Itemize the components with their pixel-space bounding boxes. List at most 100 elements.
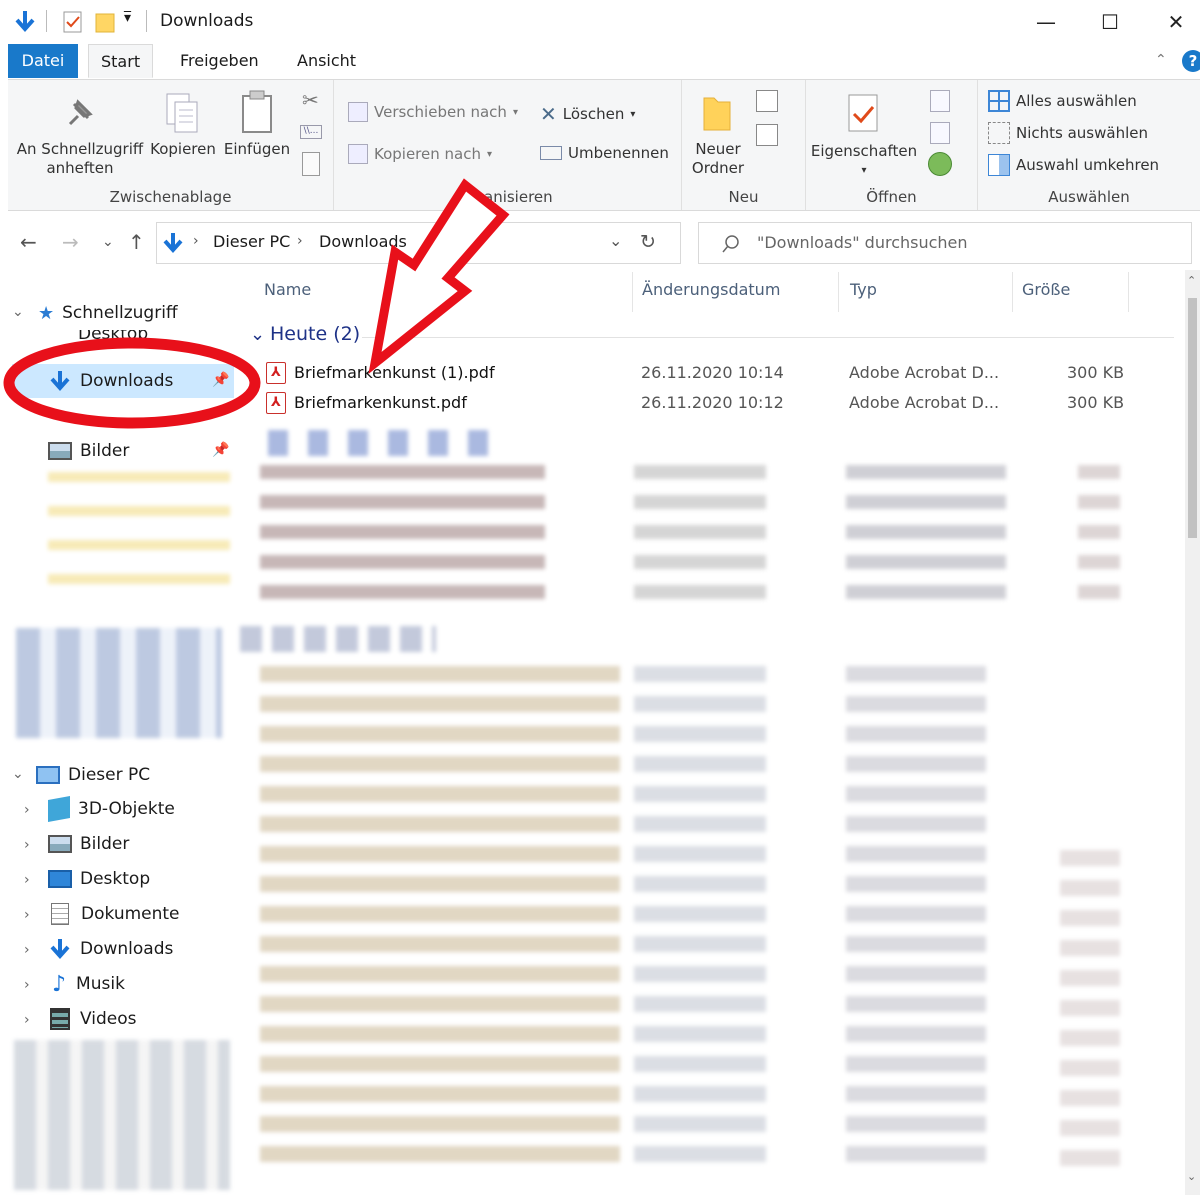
group-header-today[interactable]: Heute (2) — [270, 323, 360, 345]
new-folder-icon[interactable] — [94, 10, 116, 34]
expand-chevron-icon[interactable]: › — [24, 802, 30, 818]
back-arrow-icon[interactable]: ← — [20, 230, 37, 254]
paste-button[interactable]: Einfügen — [220, 140, 294, 159]
nav-pc-downloads[interactable]: Downloads — [48, 932, 173, 966]
tab-share[interactable]: Freigeben — [168, 44, 271, 78]
star-icon: ★ — [38, 302, 55, 324]
downloads-icon — [50, 939, 70, 960]
blurred-file-types — [846, 666, 986, 1176]
column-header-name[interactable]: Name — [264, 280, 311, 299]
window-title: Downloads — [160, 11, 254, 31]
expand-chevron-icon[interactable]: › — [24, 907, 30, 923]
edit-icon[interactable] — [930, 122, 950, 144]
expand-chevron-icon[interactable]: › — [24, 872, 30, 888]
breadcrumb-this-pc[interactable]: Dieser PC — [213, 232, 290, 251]
nav-this-pc[interactable]: Dieser PC — [36, 758, 150, 792]
address-dropdown-icon[interactable]: ⌄ — [609, 231, 622, 250]
pictures-icon — [48, 835, 72, 853]
new-folder-button[interactable]: Neuer Ordner — [682, 140, 754, 178]
nav-label: Bilder — [80, 441, 130, 461]
blurred-file-dates — [634, 465, 766, 610]
select-all-button[interactable]: Alles auswählen — [988, 90, 1137, 112]
recent-locations-icon[interactable]: ⌄ — [102, 234, 114, 250]
nav-pc-videos[interactable]: Videos — [48, 1002, 137, 1036]
scroll-up-icon[interactable]: ⌃ — [1187, 274, 1196, 287]
group-select: Alles auswählen Nichts auswählen Auswahl… — [978, 80, 1200, 210]
toolbar-divider — [46, 10, 47, 32]
expand-chevron-icon[interactable]: ⌄ — [12, 766, 24, 782]
tab-view[interactable]: Ansicht — [285, 44, 368, 78]
scroll-thumb[interactable] — [1188, 298, 1197, 538]
quick-access-down-arrow-icon[interactable] — [12, 9, 38, 35]
nav-pc-music[interactable]: ♪ Musik — [48, 967, 125, 1001]
nav-pc-pictures[interactable]: Bilder — [48, 827, 129, 861]
close-button[interactable]: ✕ — [1148, 6, 1200, 38]
delete-button[interactable]: ✕ Löschen ▾ — [540, 102, 635, 126]
file-row[interactable]: ⅄ Briefmarkenkunst (1).pdf 26.11.2020 10… — [260, 358, 1170, 388]
expand-chevron-icon[interactable]: › — [24, 942, 30, 958]
file-size: 300 KB — [1067, 393, 1125, 412]
expand-chevron-icon[interactable]: › — [24, 837, 30, 853]
column-header-size[interactable]: Größe — [1022, 280, 1070, 299]
expand-chevron-icon[interactable]: ⌄ — [12, 304, 24, 320]
move-to-label: Verschieben nach — [374, 103, 507, 121]
nav-quick-access[interactable]: ★ Schnellzugriff — [38, 296, 178, 330]
nav-label: 3D-Objekte — [78, 799, 175, 819]
copy-button[interactable]: Kopieren — [148, 140, 218, 159]
nav-pc-desktop[interactable]: Desktop — [48, 862, 150, 896]
nav-pc-documents[interactable]: Dokumente — [48, 897, 180, 931]
search-box[interactable]: "Downloads" durchsuchen — [698, 222, 1192, 264]
tab-file[interactable]: Datei — [8, 44, 78, 78]
file-row[interactable]: ⅄ Briefmarkenkunst.pdf 26.11.2020 10:12 … — [260, 388, 1170, 418]
file-name: Briefmarkenkunst (1).pdf — [294, 363, 495, 382]
history-icon[interactable] — [928, 152, 952, 176]
breadcrumb-downloads[interactable]: Downloads — [319, 232, 407, 251]
minimize-button[interactable]: — — [1018, 6, 1074, 38]
properties-button[interactable]: Eigenschaften ▾ — [808, 142, 920, 180]
up-arrow-icon[interactable]: ↑ — [128, 230, 145, 254]
customize-toolbar-icon[interactable]: ▾̅ — [124, 10, 131, 26]
refresh-icon[interactable]: ↻ — [640, 231, 656, 253]
videos-icon — [50, 1008, 70, 1030]
scroll-down-icon[interactable]: ⌄ — [1187, 1170, 1196, 1183]
group-collapse-chevron-icon[interactable]: ⌄ — [250, 324, 265, 345]
column-header-date[interactable]: Änderungsdatum — [642, 280, 780, 299]
select-none-button[interactable]: Nichts auswählen — [988, 122, 1148, 144]
column-divider — [1128, 272, 1129, 312]
forward-arrow-icon[interactable]: → — [62, 230, 79, 254]
navigation-pane: ⌄ ★ Schnellzugriff Desktop Downloads 📌 B… — [0, 270, 240, 1195]
expand-chevron-icon[interactable]: › — [24, 1012, 30, 1028]
open-icon[interactable] — [930, 90, 950, 112]
paste-shortcut-icon[interactable] — [302, 152, 320, 176]
tab-start[interactable]: Start — [88, 44, 154, 78]
group-label-organize: anisieren — [484, 188, 553, 206]
nav-desktop[interactable]: Desktop — [48, 330, 148, 350]
pin-icon: 📌 — [212, 372, 230, 388]
pin-quick-access-button[interactable]: An Schnellzugriff anheften — [12, 140, 148, 178]
invert-selection-button[interactable]: Auswahl umkehren — [988, 154, 1159, 176]
pin-icon — [68, 99, 93, 126]
cut-icon[interactable]: ✂ — [302, 88, 319, 112]
column-header-type[interactable]: Typ — [850, 280, 877, 299]
collapse-ribbon-icon[interactable]: ⌃ — [1155, 52, 1167, 68]
downloads-location-icon — [163, 233, 183, 254]
group-label-open: Öffnen — [866, 188, 917, 206]
help-icon[interactable]: ? — [1182, 50, 1200, 72]
address-bar[interactable]: › Dieser PC › Downloads ⌄ — [156, 222, 681, 264]
properties-check-icon[interactable] — [62, 10, 84, 34]
nav-pictures[interactable]: Bilder — [48, 434, 129, 468]
vertical-scrollbar[interactable]: ⌃ ⌄ — [1185, 270, 1200, 1195]
search-icon — [722, 235, 739, 253]
copy-to-button[interactable]: Kopieren nach ▾ — [348, 144, 492, 164]
rename-button[interactable]: Umbenennen — [540, 144, 669, 162]
new-item-icon[interactable] — [756, 90, 778, 112]
expand-chevron-icon[interactable]: › — [24, 977, 30, 993]
maximize-button[interactable]: ☐ — [1082, 6, 1138, 38]
file-date: 26.11.2020 10:12 — [641, 393, 784, 412]
nav-3d-objects[interactable]: 3D-Objekte — [48, 792, 175, 826]
nav-downloads[interactable]: Downloads — [48, 364, 173, 398]
move-to-button[interactable]: Verschieben nach ▾ — [348, 102, 518, 122]
copy-path-icon[interactable]: \\... — [300, 125, 322, 139]
blurred-nav-items — [16, 628, 222, 738]
easy-access-icon[interactable] — [756, 124, 778, 146]
